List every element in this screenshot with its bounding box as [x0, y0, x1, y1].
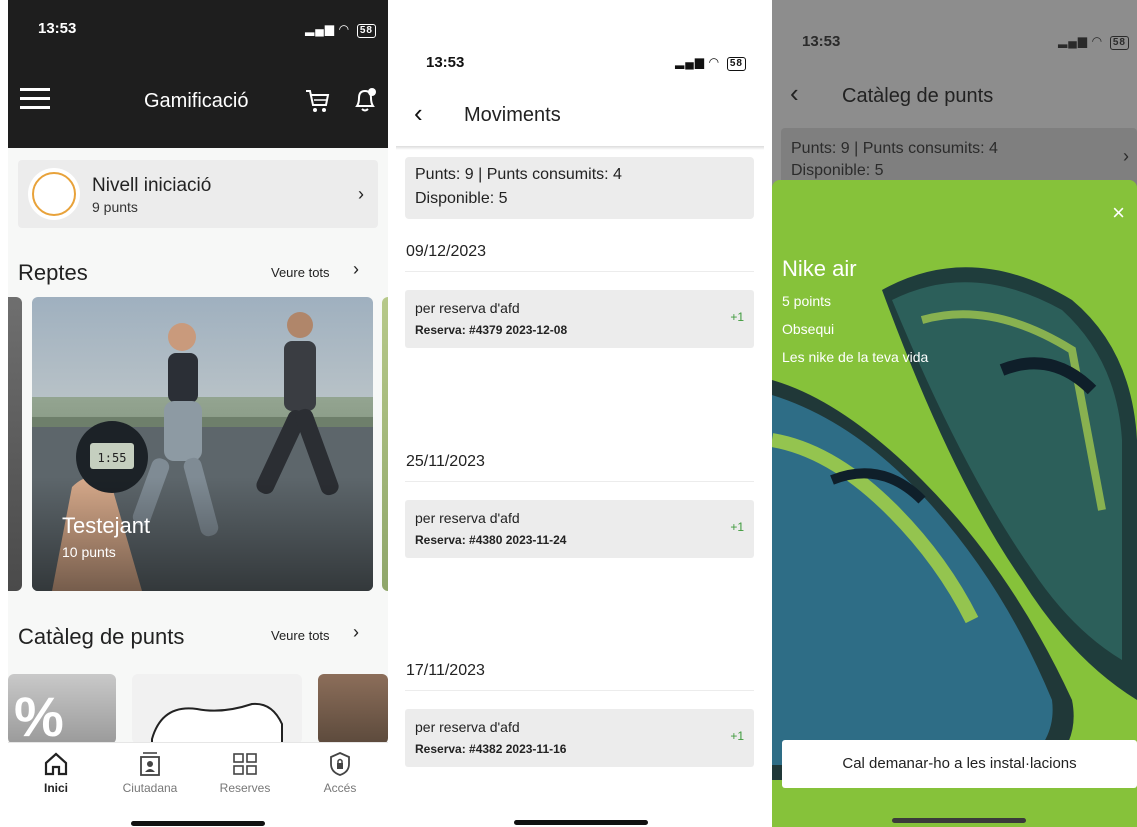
home-screen: 13:53 ▂▄▆ ◠ 58 Gamificació Nivell inicia…: [8, 0, 388, 827]
challenge-points: 10 punts: [62, 544, 116, 560]
reptes-see-all-link[interactable]: Veure tots: [271, 265, 330, 280]
wifi-icon: ◠: [1092, 34, 1103, 48]
challenge-card[interactable]: 1:55 Testejant 10 punts: [32, 297, 373, 591]
page-title: Moviments: [464, 104, 561, 126]
product-points: 5 points: [782, 293, 832, 309]
page-title: Gamificació: [144, 90, 249, 112]
catalog-item-discount[interactable]: %: [8, 674, 116, 744]
level-name: Nivell iniciació: [92, 175, 212, 196]
points-summary: Punts: 9 | Punts consumits: 4 Disponible…: [405, 157, 754, 219]
status-icons: ▂▄▆ ◠ 58: [1058, 34, 1129, 50]
tab-inici[interactable]: Inici: [16, 751, 96, 795]
product-name: Nike air: [782, 256, 857, 281]
movement-item: per reserva d'afd Reserva: #4382 2023-11…: [405, 709, 754, 767]
product-type: Obsequi: [782, 321, 835, 337]
battery-icon: 58: [1109, 36, 1129, 50]
catalog-detail-screen: 13:53 ▂▄▆ ◠ 58 ‹ Catàleg de punts Punts:…: [772, 0, 1137, 827]
wifi-icon: ◠: [709, 55, 720, 69]
movement-date: 09/12/2023: [406, 243, 487, 260]
reptes-title: Reptes: [18, 260, 88, 285]
back-icon[interactable]: ‹: [414, 98, 423, 129]
level-progress-ring: [32, 172, 76, 216]
product-detail-modal: × Nike air 5 points Obsequi Les nike de …: [772, 180, 1137, 827]
notification-bell-icon[interactable]: [352, 86, 378, 114]
percent-icon: %: [14, 685, 64, 744]
status-time: 13:53: [38, 20, 77, 37]
movement-item: per reserva d'afd Reserva: #4380 2023-11…: [405, 500, 754, 558]
signal-icon: ▂▄▆: [1057, 34, 1088, 48]
chevron-right-icon: ›: [358, 184, 364, 204]
request-at-facility-button[interactable]: Cal demanar-ho a les instal·lacions: [782, 740, 1137, 788]
back-icon[interactable]: ‹: [790, 78, 799, 109]
challenge-card-next[interactable]: [382, 297, 388, 591]
tab-ciutadana[interactable]: Ciutadana: [110, 751, 190, 795]
movement-item: per reserva d'afd Reserva: #4379 2023-12…: [405, 290, 754, 348]
signal-icon: ▂▄▆: [304, 22, 335, 36]
tab-acces[interactable]: Accés: [300, 751, 380, 795]
grid-icon: [233, 753, 257, 775]
status-time: 13:53: [802, 33, 841, 50]
wifi-icon: ◠: [339, 22, 350, 36]
cataleg-see-all-link[interactable]: Veure tots: [271, 628, 330, 643]
level-card[interactable]: Nivell iniciació 9 punts ›: [18, 160, 378, 228]
challenge-title: Testejant: [62, 513, 151, 538]
movement-date: 25/11/2023: [406, 453, 485, 470]
signal-icon: ▂▄▆: [674, 55, 705, 69]
battery-icon: 58: [356, 24, 376, 38]
movement-detail: Reserva: #4382 2023-11-16: [415, 742, 567, 756]
citizen-icon: [140, 752, 160, 776]
cart-icon[interactable]: [304, 88, 330, 114]
status-icons: ▂▄▆ ◠ 58: [305, 22, 376, 38]
movement-detail: Reserva: #4379 2023-12-08: [415, 323, 568, 337]
home-indicator: [131, 821, 265, 826]
home-icon: [44, 752, 68, 776]
header-divider: [396, 146, 764, 150]
cataleg-title: Catàleg de punts: [18, 624, 185, 649]
catalog-item-shoes[interactable]: [132, 674, 302, 744]
menu-icon[interactable]: [20, 88, 50, 110]
movement-detail: Reserva: #4380 2023-11-24: [415, 533, 567, 547]
sneaker-icon: [151, 702, 283, 744]
tab-reserves[interactable]: Reserves: [205, 751, 285, 795]
chevron-right-icon[interactable]: ›: [353, 259, 359, 280]
movement-title: per reserva d'afd: [415, 510, 520, 526]
movement-points: +1: [730, 729, 744, 743]
product-description: Les nike de la teva vida: [782, 349, 929, 365]
movement-title: per reserva d'afd: [415, 300, 520, 316]
moviments-screen: 13:53 ▂▄▆ ◠ 58 ‹ Moviments Punts: 9 | Pu…: [396, 0, 764, 827]
level-points: 9 punts: [92, 199, 138, 215]
page-title: Catàleg de punts: [842, 85, 994, 107]
home-indicator: [514, 820, 648, 825]
bottom-tab-bar: Inici Ciutadana Reserves Accés: [8, 742, 388, 827]
svg-text:1:55: 1:55: [98, 451, 127, 465]
movement-title: per reserva d'afd: [415, 719, 520, 735]
chevron-right-icon: ›: [1123, 146, 1129, 166]
challenge-card-previous[interactable]: [8, 297, 22, 591]
status-icons: ▂▄▆ ◠ 58: [675, 55, 746, 71]
movement-points: +1: [730, 520, 744, 534]
catalog-item-store[interactable]: [318, 674, 388, 744]
chevron-right-icon[interactable]: ›: [353, 622, 359, 643]
close-icon[interactable]: ×: [1112, 200, 1125, 226]
shield-lock-icon: [330, 752, 350, 776]
battery-icon: 58: [726, 57, 746, 71]
app-header: 13:53 ▂▄▆ ◠ 58 Gamificació: [8, 0, 388, 148]
home-indicator: [892, 818, 1026, 823]
movement-date: 17/11/2023: [406, 662, 485, 679]
movement-points: +1: [730, 310, 744, 324]
status-time: 13:53: [426, 54, 465, 71]
